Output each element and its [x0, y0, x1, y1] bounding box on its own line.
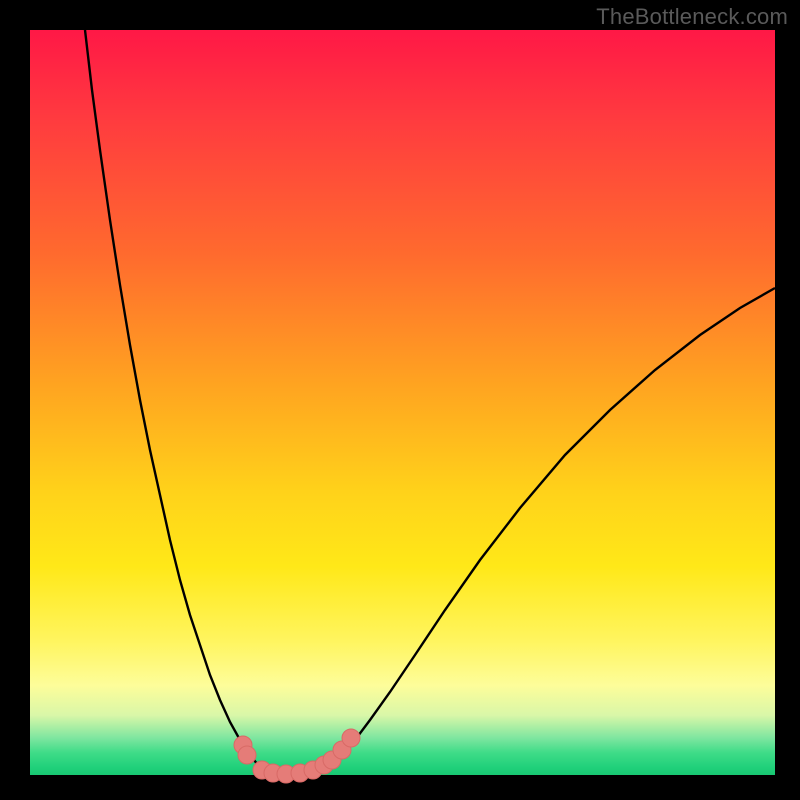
plot-area — [30, 30, 775, 775]
curve-marker — [238, 746, 256, 764]
outer-frame: TheBottleneck.com — [0, 0, 800, 800]
attribution-label: TheBottleneck.com — [596, 4, 788, 30]
curve-marker — [342, 729, 360, 747]
curve-line — [85, 30, 775, 775]
bottleneck-curve — [30, 30, 775, 775]
curve-markers — [234, 729, 360, 783]
